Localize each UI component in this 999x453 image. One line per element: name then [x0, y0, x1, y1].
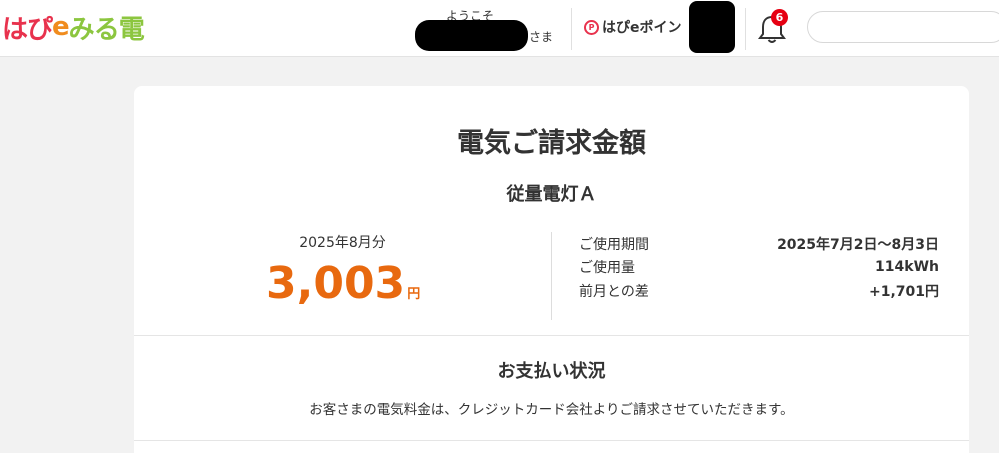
bill-card: 電気ご請求金額 従量電灯Ａ 2025年8月分 3,003 円 ご使用期間 202…	[134, 86, 969, 453]
header-divider	[571, 8, 572, 50]
detail-label: 前月との差	[579, 283, 649, 300]
plan-name: 従量電灯Ａ	[506, 184, 597, 205]
page-title: 電気ご請求金額	[457, 128, 646, 159]
bill-amount: 3,003 円	[266, 256, 420, 312]
logo-char: 電	[118, 14, 145, 45]
logo-char: は	[2, 14, 28, 45]
search-input[interactable]	[807, 11, 999, 43]
honorific-text: さま	[529, 30, 554, 44]
points-link[interactable]: P はぴeポイン	[584, 15, 682, 39]
payment-status-title: お支払い状況	[497, 361, 606, 382]
detail-label: ご使用期間	[579, 236, 649, 253]
detail-value: 114kWh	[875, 259, 939, 276]
detail-row: 前月との差 +1,701円	[579, 279, 939, 303]
section-divider	[134, 440, 969, 441]
amount-unit: 円	[407, 287, 421, 302]
points-p-icon: P	[584, 19, 599, 35]
logo-char: e	[52, 12, 70, 42]
detail-value: 2025年7月2日～8月3日	[777, 236, 939, 253]
redacted-points	[689, 1, 735, 53]
detail-value: +1,701円	[868, 283, 939, 300]
redacted-username	[415, 20, 528, 51]
detail-row: ご使用期間 2025年7月2日～8月3日	[579, 232, 939, 256]
hapie-miru-den-logo[interactable]: は ぴ e み る 電	[2, 8, 145, 46]
notification-count-badge: 6	[771, 9, 788, 26]
amount-value: 3,003	[266, 258, 406, 309]
logo-char: る	[93, 14, 120, 45]
payment-status-text: お客さまの電気料金は、クレジットカード会社よりご請求させていただきます。	[309, 402, 794, 418]
header-divider	[745, 8, 746, 50]
section-divider	[551, 232, 552, 320]
logo-char: み	[68, 14, 95, 45]
top-header: は ぴ e み る 電 ようこそ さま P はぴeポイン 6	[0, 0, 999, 57]
section-divider	[134, 335, 969, 336]
usage-details: ご使用期間 2025年7月2日～8月3日 ご使用量 114kWh 前月との差 +…	[579, 232, 939, 303]
points-label: はぴeポイン	[602, 20, 682, 36]
detail-label: ご使用量	[579, 260, 635, 277]
logo-char: ぴ	[27, 14, 53, 45]
billing-month: 2025年8月分	[299, 235, 386, 251]
detail-row: ご使用量 114kWh	[579, 256, 939, 280]
